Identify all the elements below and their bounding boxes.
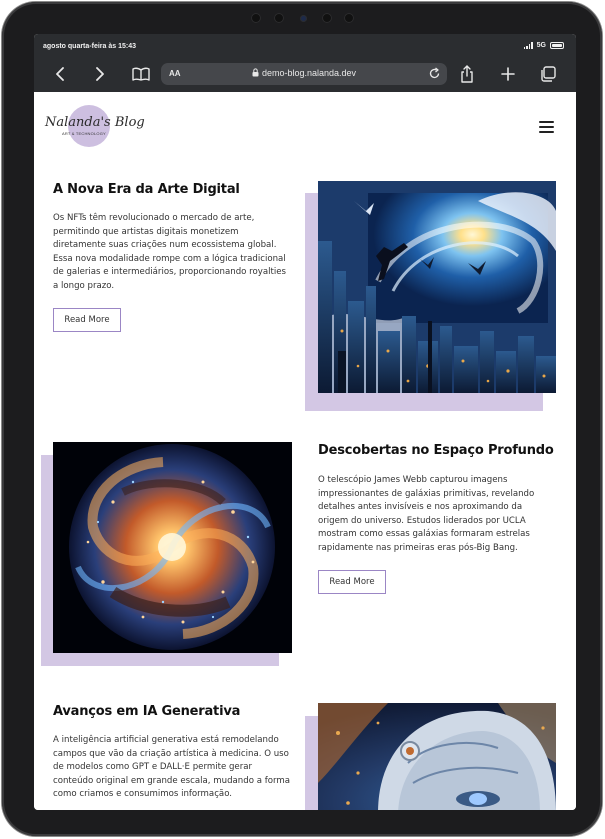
hamburger-icon[interactable]	[539, 121, 554, 133]
tabs-icon[interactable]	[537, 64, 559, 84]
logo-title: Nalanda's Blog	[45, 115, 145, 130]
lock-icon	[252, 68, 259, 79]
sensor-dot	[274, 13, 284, 23]
chevron-left-icon[interactable]	[50, 64, 70, 84]
share-icon[interactable]	[457, 64, 477, 84]
web-page: Nalanda's Blog ART & TECHNOLOGY A Nova E…	[34, 92, 576, 810]
post-excerpt: Os NFTs têm revolucionado o mercado de a…	[53, 213, 286, 291]
post-title[interactable]: A Nova Era da Arte Digital	[53, 182, 240, 197]
plus-icon[interactable]	[498, 64, 518, 84]
sensor-dot	[322, 13, 332, 23]
post-excerpt: O telescópio James Webb capturou imagens…	[318, 475, 535, 553]
logo-subtitle: ART & TECHNOLOGY	[62, 131, 106, 136]
post-image-digital-art[interactable]	[318, 181, 556, 393]
post-image-galaxy[interactable]	[53, 442, 292, 653]
url-bar[interactable]: AA demo-blog.nalanda.dev	[161, 63, 447, 85]
reload-icon[interactable]	[428, 67, 441, 82]
read-more-button[interactable]: Read More	[53, 308, 121, 332]
battery-icon	[550, 42, 564, 49]
screen: agosto quarta-feira às 15:43 5G AA demo-…	[34, 34, 576, 810]
post-title[interactable]: Descobertas no Espaço Profundo	[318, 443, 554, 458]
status-time: agosto quarta-feira às 15:43	[43, 43, 136, 50]
status-indicators: 5G	[523, 42, 564, 49]
post-title[interactable]: Avanços em IA Generativa	[53, 704, 240, 719]
sensor-dot	[251, 13, 261, 23]
chevron-right-icon[interactable]	[90, 64, 110, 84]
front-camera	[300, 15, 307, 22]
blog-logo[interactable]: Nalanda's Blog ART & TECHNOLOGY	[45, 103, 145, 149]
ipad-frame: agosto quarta-feira às 15:43 5G AA demo-…	[2, 2, 602, 836]
post-image-ai-robot[interactable]	[318, 703, 556, 810]
read-more-button[interactable]: Read More	[318, 570, 386, 594]
sensor-dot	[344, 13, 354, 23]
book-icon[interactable]	[130, 64, 152, 84]
post-excerpt: A inteligência artificial generativa est…	[53, 735, 290, 799]
network-label: 5G	[536, 42, 546, 49]
signal-icon	[523, 42, 533, 49]
url-text: demo-blog.nalanda.dev	[261, 68, 357, 78]
browser-chrome: agosto quarta-feira às 15:43 5G AA demo-…	[34, 34, 576, 92]
